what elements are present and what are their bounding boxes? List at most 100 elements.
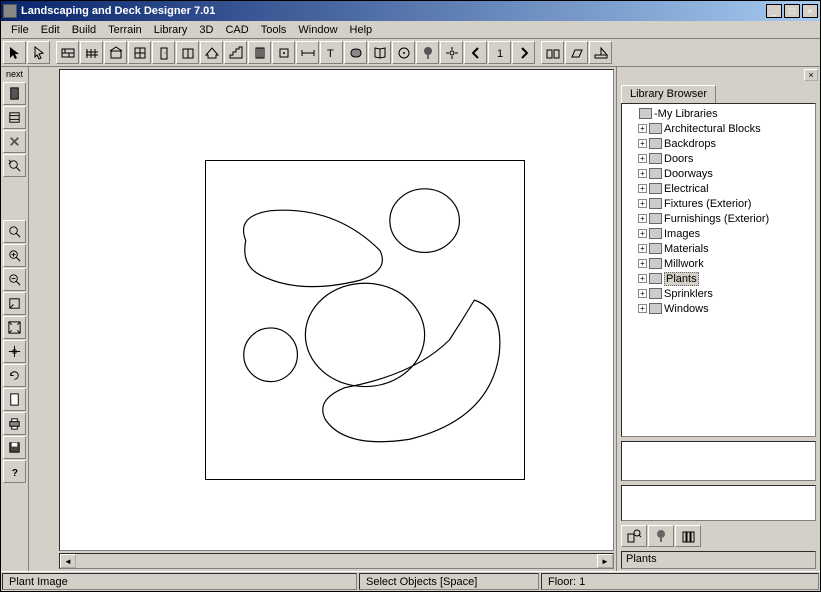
tree-item-sprinklers[interactable]: +Sprinklers [624,286,813,301]
main-area: next ? [1,67,820,571]
page-icon[interactable] [3,388,26,411]
tree-item-materials[interactable]: +Materials [624,241,813,256]
door-tool[interactable] [152,41,175,64]
library-status: Plants [621,551,816,569]
tree-item-fixtures[interactable]: +Fixtures (Exterior) [624,196,813,211]
horizontal-scrollbar[interactable]: ◄ ► [59,553,614,569]
tree-item-plants[interactable]: +Plants [624,271,813,286]
close-button[interactable]: × [802,4,818,18]
menu-cad[interactable]: CAD [219,23,254,37]
dimension-tool[interactable] [296,41,319,64]
library-tree[interactable]: -My Libraries +Architectural Blocks +Bac… [621,103,816,437]
drawing-canvas[interactable] [59,69,614,551]
canvas-area: ◄ ► [57,67,616,571]
column-tool[interactable] [248,41,271,64]
tree-root[interactable]: -My Libraries [624,106,813,121]
refresh-icon[interactable] [3,364,26,387]
tree-item-doors[interactable]: +Doors [624,151,813,166]
tree-item-electrical[interactable]: +Electrical [624,181,813,196]
lib-plant-icon[interactable] [648,525,674,547]
fence-tool[interactable] [80,41,103,64]
expand-icon[interactable]: + [638,139,647,148]
center-icon[interactable] [3,340,26,363]
sprinkler-tool[interactable] [440,41,463,64]
folder-icon [649,213,662,224]
expand-icon[interactable]: + [638,289,647,298]
expand-icon[interactable]: + [638,229,647,238]
window-title: Landscaping and Deck Designer 7.01 [21,5,766,17]
expand-icon[interactable]: + [638,169,647,178]
tree-item-backdrops[interactable]: +Backdrops [624,136,813,151]
tree-item-images[interactable]: +Images [624,226,813,241]
expand-icon[interactable]: + [638,124,647,133]
delete-icon[interactable] [3,130,26,153]
zoom-in-icon[interactable] [3,244,26,267]
expand-icon[interactable]: + [638,244,647,253]
fullscreen-icon[interactable] [3,316,26,339]
wall-tool[interactable] [56,41,79,64]
structure-tool[interactable] [104,41,127,64]
select-tool[interactable] [3,41,26,64]
tree-item-doorways[interactable]: +Doorways [624,166,813,181]
expand-icon[interactable]: + [638,199,647,208]
folder-icon [639,108,652,119]
menu-tools[interactable]: Tools [255,23,293,37]
plant-tool[interactable] [416,41,439,64]
tree-item-furnishings[interactable]: +Furnishings (Exterior) [624,211,813,226]
expand-icon[interactable]: + [638,214,647,223]
help-icon[interactable]: ? [3,460,26,483]
folder-icon [649,183,662,194]
expand-icon[interactable]: + [638,274,647,283]
menu-window[interactable]: Window [292,23,343,37]
prev-button[interactable] [464,41,487,64]
expand-icon[interactable]: + [638,259,647,268]
region-tool[interactable] [344,41,367,64]
grid-icon[interactable] [3,106,26,129]
pointer-tool[interactable] [27,41,50,64]
tree-item-architectural-blocks[interactable]: +Architectural Blocks [624,121,813,136]
stairs-tool[interactable] [224,41,247,64]
folder-icon [649,273,662,284]
menu-3d[interactable]: 3D [193,23,219,37]
minimize-button[interactable]: _ [766,4,782,18]
scroll-left-icon[interactable]: ◄ [60,554,76,568]
disc-tool[interactable] [392,41,415,64]
expand-icon[interactable]: + [638,184,647,193]
tree-item-millwork[interactable]: +Millwork [624,256,813,271]
text-tool[interactable]: T [320,41,343,64]
next-label: next [1,69,28,81]
cabinet-tool[interactable] [176,41,199,64]
print-icon[interactable] [3,412,26,435]
window-tool[interactable] [128,41,151,64]
menu-library[interactable]: Library [148,23,194,37]
menu-build[interactable]: Build [66,23,102,37]
page-indicator[interactable]: 1 [488,41,511,64]
menu-help[interactable]: Help [344,23,379,37]
pan-icon[interactable] [3,292,26,315]
lib-books-icon[interactable] [675,525,701,547]
perspective-tool[interactable] [565,41,588,64]
door-icon[interactable] [3,82,26,105]
roof-tool[interactable] [200,41,223,64]
electrical-tool[interactable] [272,41,295,64]
book-tool[interactable] [368,41,391,64]
zoom-out-icon[interactable] [3,268,26,291]
scroll-right-icon[interactable]: ► [597,554,613,568]
next-button[interactable] [512,41,535,64]
camera-tool[interactable] [589,41,612,64]
expand-icon[interactable]: + [638,304,647,313]
tree-item-windows[interactable]: +Windows [624,301,813,316]
maximize-button[interactable]: □ [784,4,800,18]
tab-library-browser[interactable]: Library Browser [621,85,716,103]
left-toolbar-1: next ? [1,67,29,571]
panel-close-icon[interactable]: × [804,69,818,81]
lens-icon[interactable] [3,154,26,177]
expand-icon[interactable]: + [638,154,647,163]
zoom-fit-icon[interactable] [3,220,26,243]
save-icon[interactable] [3,436,26,459]
elevation-tool[interactable] [541,41,564,64]
lib-search-icon[interactable] [621,525,647,547]
menu-file[interactable]: File [5,23,35,37]
menu-terrain[interactable]: Terrain [102,23,148,37]
menu-edit[interactable]: Edit [35,23,66,37]
